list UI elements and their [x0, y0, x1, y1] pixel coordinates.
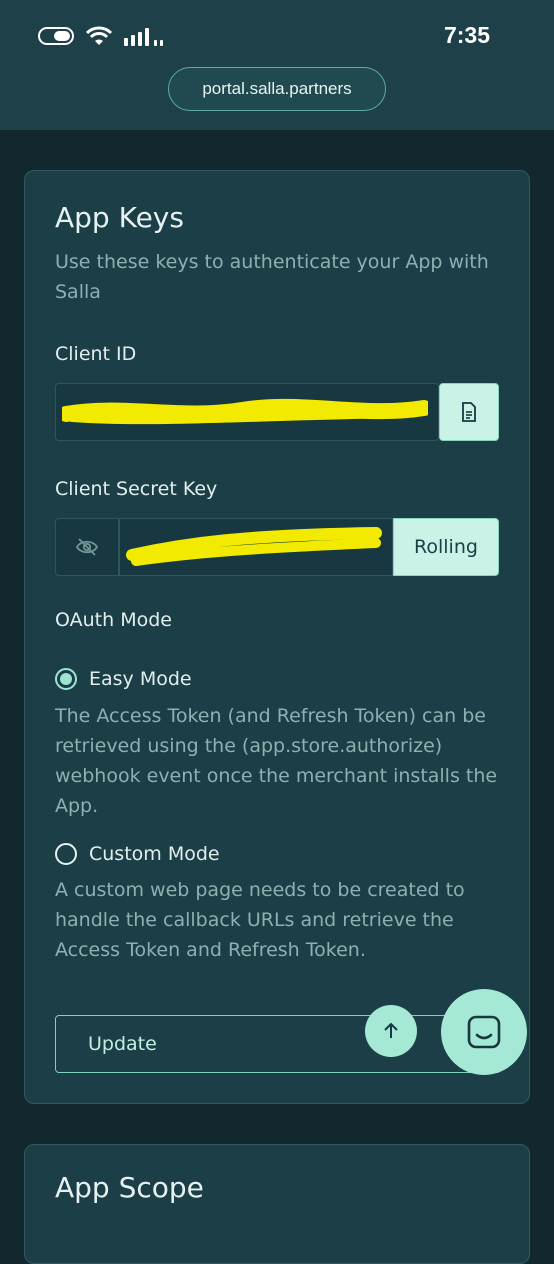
wifi-icon	[86, 26, 112, 45]
app-keys-title: App Keys	[55, 201, 184, 234]
browser-top-bar: 7:35 portal.salla.partners	[0, 0, 554, 130]
url-bar[interactable]: portal.salla.partners	[168, 67, 386, 111]
client-id-label: Client ID	[55, 343, 137, 365]
status-icons	[38, 26, 163, 46]
redaction-mark	[62, 398, 428, 425]
status-time: 7:35	[443, 22, 490, 48]
toggle-secret-visibility-button[interactable]	[55, 518, 119, 576]
update-button-label: Update	[88, 1033, 157, 1055]
custom-mode-radio[interactable]	[55, 843, 77, 865]
easy-mode-description: The Access Token (and Refresh Token) can…	[55, 705, 498, 817]
app-scope-card: App Scope	[24, 1144, 530, 1264]
client-secret-label: Client Secret Key	[55, 478, 218, 500]
scroll-to-top-button[interactable]	[365, 1005, 417, 1057]
copy-client-id-button[interactable]	[439, 383, 499, 441]
rolling-button[interactable]: Rolling	[393, 518, 499, 576]
custom-mode-description: A custom web page needs to be created to…	[55, 879, 465, 961]
easy-mode-radio[interactable]	[55, 668, 77, 690]
url-text: portal.salla.partners	[202, 79, 352, 98]
easy-mode-label: Easy Mode	[89, 668, 192, 690]
client-secret-field[interactable]	[119, 518, 393, 576]
custom-mode-option[interactable]: Custom Mode	[55, 843, 220, 865]
redaction-mark	[126, 527, 382, 566]
app-scope-title: App Scope	[55, 1171, 204, 1204]
update-button[interactable]: Update	[55, 1015, 501, 1073]
client-id-field[interactable]	[55, 383, 439, 441]
chat-icon	[467, 1015, 501, 1049]
arrow-up-icon	[384, 1022, 398, 1038]
signal-icon	[124, 26, 163, 46]
eye-off-icon	[75, 538, 99, 556]
custom-mode-label: Custom Mode	[89, 843, 220, 865]
oauth-mode-label: OAuth Mode	[55, 609, 172, 631]
app-keys-card: App Keys Use these keys to authenticate …	[24, 170, 530, 1104]
app-keys-description: Use these keys to authenticate your App …	[55, 251, 489, 303]
chat-support-button[interactable]	[441, 989, 527, 1075]
copy-document-icon	[462, 402, 476, 422]
easy-mode-option[interactable]: Easy Mode	[55, 668, 192, 690]
battery-icon	[38, 27, 74, 45]
